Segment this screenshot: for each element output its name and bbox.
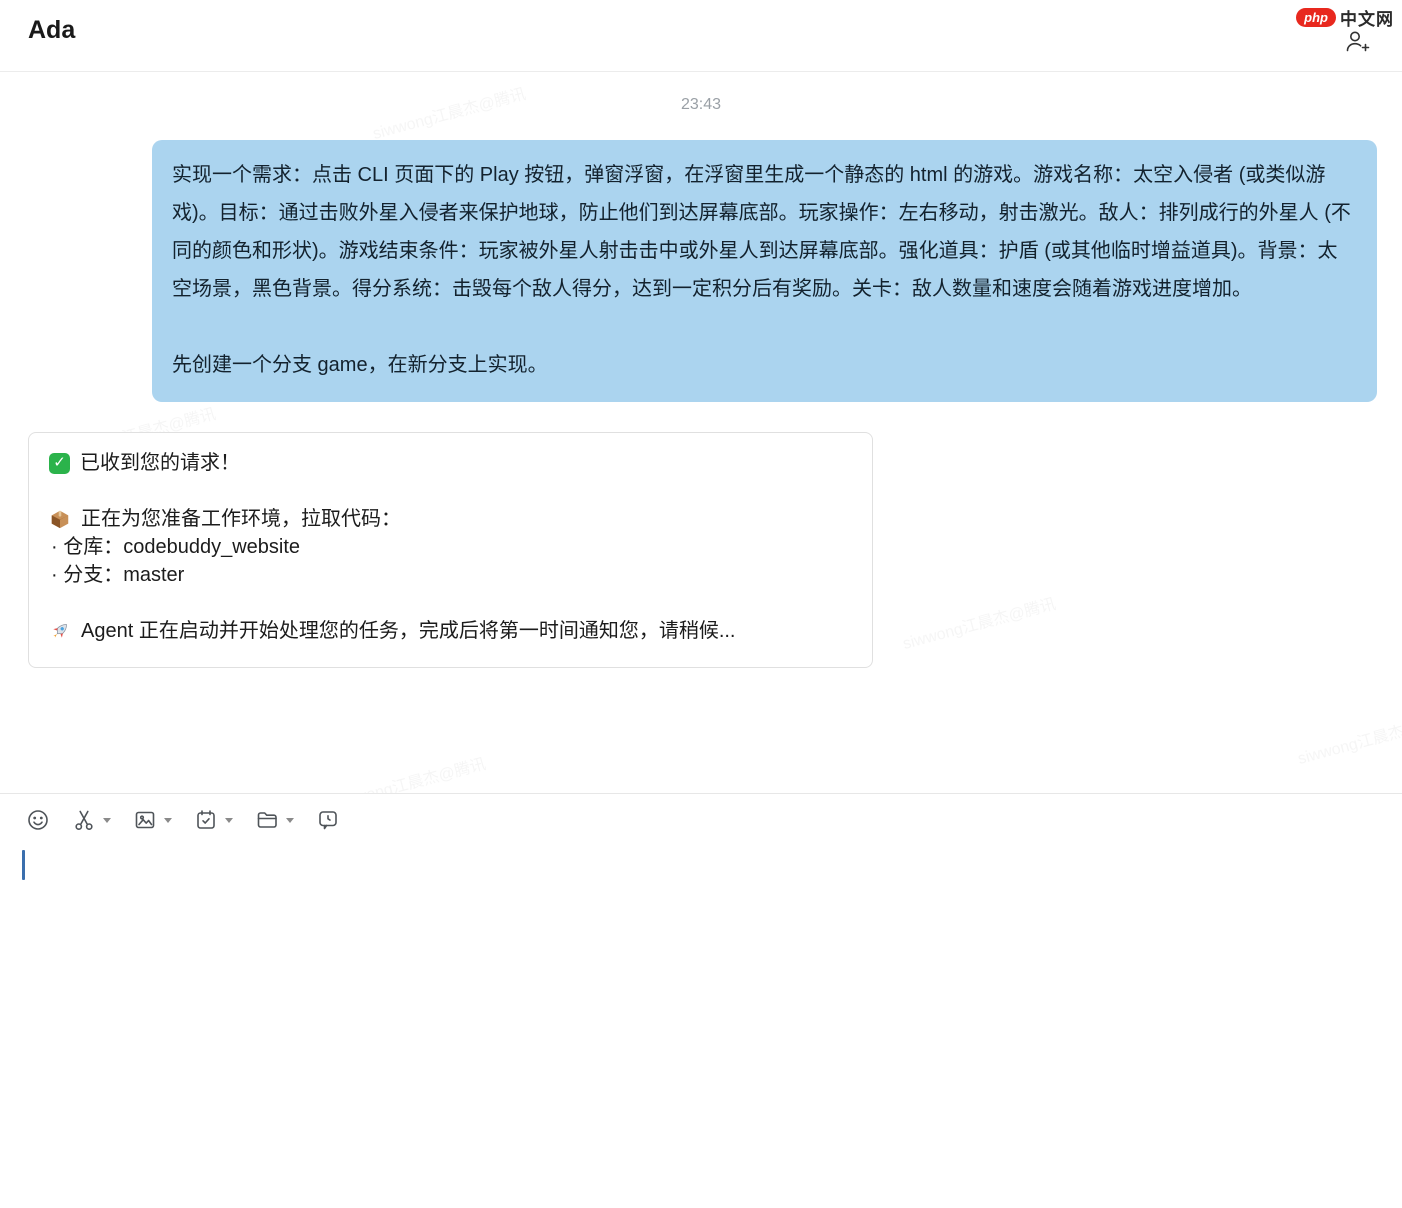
composer-toolbar: [0, 794, 1402, 832]
header-bar: Ada php 中文网: [0, 0, 1402, 72]
screenshot-dropdown-caret[interactable]: [103, 818, 111, 823]
reply-agent-line: Agent 正在启动并开始处理您的任务，完成后将第一时间通知您，请稍候...: [49, 617, 852, 645]
todo-button[interactable]: [194, 808, 233, 832]
reply-preparing-line: 正在为您准备工作环境，拉取代码：: [49, 505, 852, 533]
check-mark-icon: ✓: [49, 453, 70, 474]
chat-history-icon: [316, 808, 340, 832]
message-input[interactable]: [0, 832, 1402, 1152]
folder-icon: [255, 808, 279, 832]
person-add-icon: [1343, 28, 1371, 56]
watermark: siwwong江晨杰@腾讯: [1295, 705, 1402, 769]
package-icon: [49, 508, 71, 530]
image-icon: [133, 808, 157, 832]
reply-agent-text: Agent 正在启动并开始处理您的任务，完成后将第一时间通知您，请稍候...: [81, 617, 736, 645]
message-timestamp: 23:43: [0, 96, 1402, 114]
reply-ack-line: ✓ 已收到您的请求！: [49, 449, 852, 477]
emoji-smiley-icon: [26, 808, 50, 832]
reply-branch-line: · 分支：master: [49, 561, 852, 589]
php-logo-pill: php: [1296, 8, 1336, 28]
user-message-row: 实现一个需求：点击 CLI 页面下的 Play 按钮，弹窗浮窗，在浮窗里生成一个…: [0, 140, 1402, 402]
folder-dropdown-caret[interactable]: [286, 818, 294, 823]
chat-message-area: 23:43 实现一个需求：点击 CLI 页面下的 Play 按钮，弹窗浮窗，在浮…: [0, 96, 1402, 668]
add-person-button[interactable]: [1342, 27, 1372, 57]
todo-dropdown-caret[interactable]: [225, 818, 233, 823]
reply-repo-line: · 仓库：codebuddy_website: [49, 533, 852, 561]
todo-check-icon: [194, 808, 218, 832]
bot-reply-card: ✓ 已收到您的请求！ 正在为您准备工作环境，拉取代码： · 仓库：codebud…: [28, 432, 873, 668]
user-message-bubble: 实现一个需求：点击 CLI 页面下的 Play 按钮，弹窗浮窗，在浮窗里生成一个…: [152, 140, 1377, 402]
reply-ack-text: 已收到您的请求！: [80, 449, 240, 477]
reply-preparing-text: 正在为您准备工作环境，拉取代码：: [81, 505, 401, 533]
chat-app-window: siwwong江晨杰@腾讯 siwwong江晨杰@腾讯 siwwong江晨杰@腾…: [0, 0, 1402, 1208]
text-cursor: [22, 850, 25, 880]
page-title: Ada: [28, 16, 75, 45]
user-message-body: 实现一个需求：点击 CLI 页面下的 Play 按钮，弹窗浮窗，在浮窗里生成一个…: [172, 156, 1357, 308]
image-dropdown-caret[interactable]: [164, 818, 172, 823]
scissors-icon: [72, 808, 96, 832]
image-button[interactable]: [133, 808, 172, 832]
chat-history-button[interactable]: [316, 808, 340, 832]
rocket-icon: [49, 620, 71, 642]
user-message-footer: 先创建一个分支 game，在新分支上实现。: [172, 346, 1357, 384]
emoji-button[interactable]: [26, 808, 50, 832]
screenshot-button[interactable]: [72, 808, 111, 832]
message-composer: [0, 793, 1402, 1208]
folder-button[interactable]: [255, 808, 294, 832]
